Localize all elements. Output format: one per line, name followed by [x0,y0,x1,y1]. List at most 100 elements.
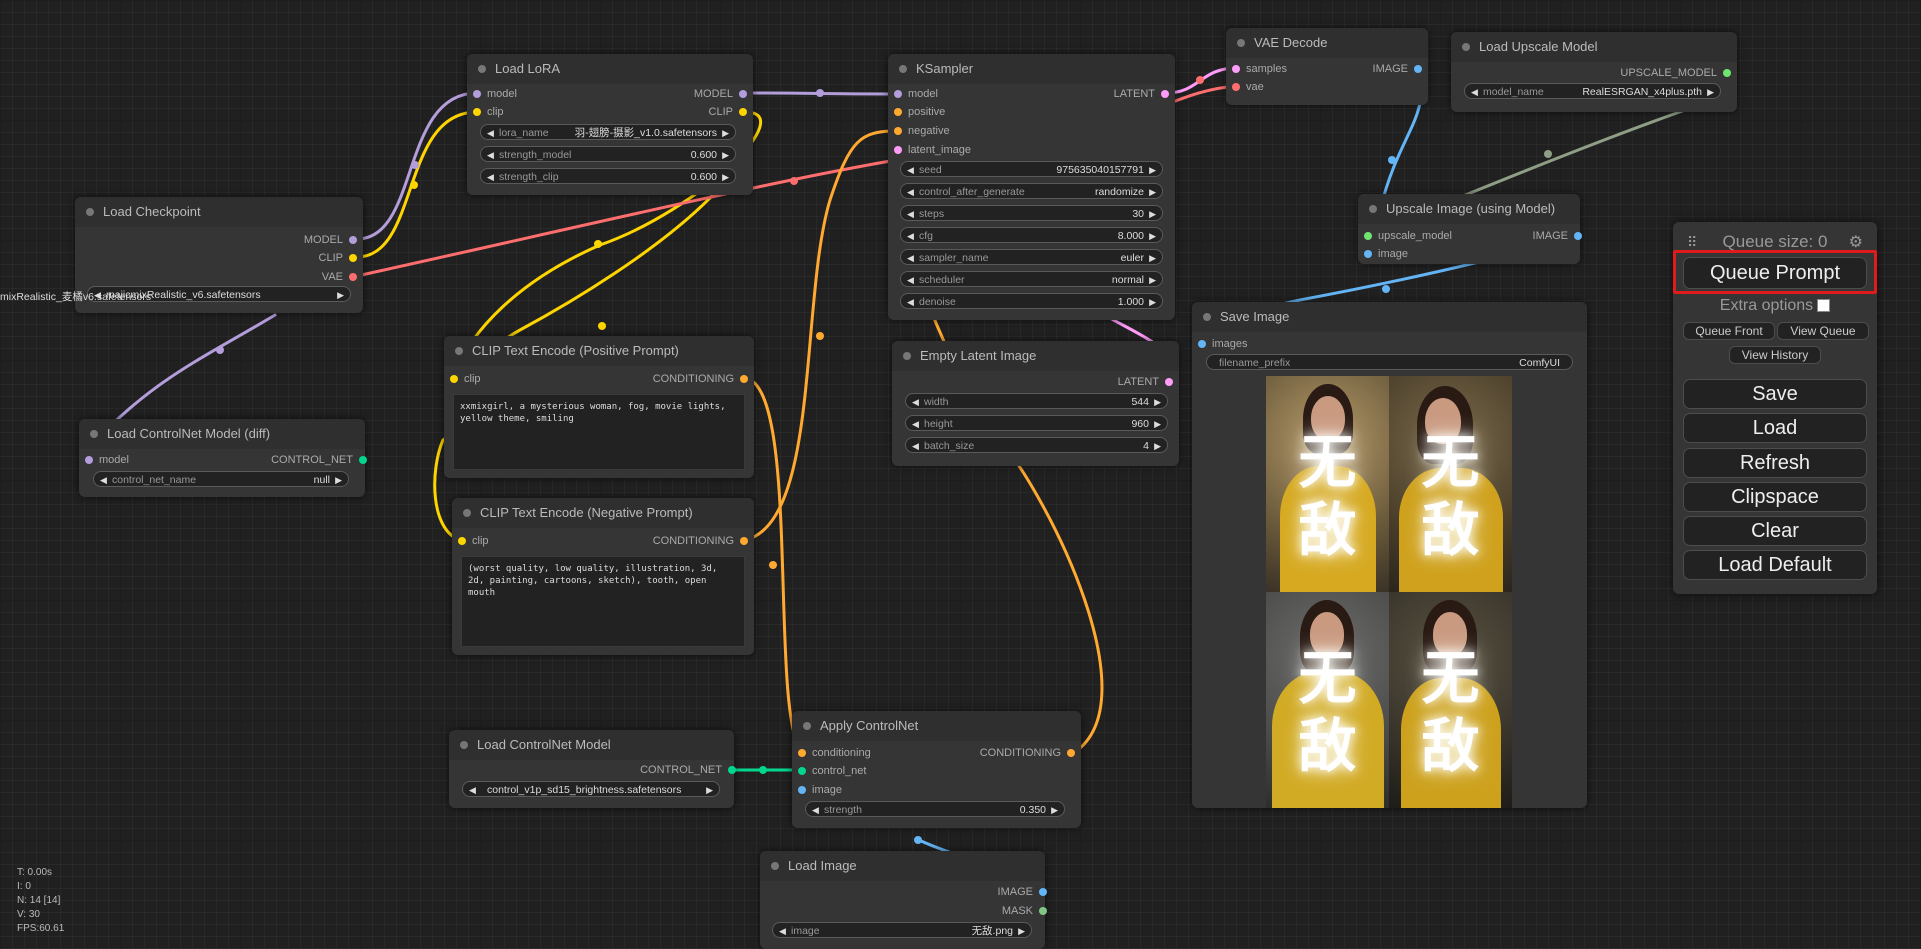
strength-clip-widget[interactable]: ◀ strength_clip 0.600 ▶ [480,168,736,184]
strength-model-widget[interactable]: ◀ strength_model 0.600 ▶ [480,146,736,162]
pin-icon[interactable] [1414,65,1422,73]
pin-icon[interactable] [1039,907,1047,915]
input-control-net[interactable]: control_net [798,764,866,778]
preview-image[interactable]: 无 敌 [1389,592,1512,808]
arrow-right-icon[interactable]: ▶ [706,782,713,796]
steps-widget[interactable]: ◀ steps 30 ▶ [900,205,1163,221]
pin-icon[interactable] [1364,250,1372,258]
arrow-right-icon[interactable]: ▶ [1149,184,1156,198]
pin-icon[interactable] [728,766,736,774]
pin-icon[interactable] [1198,340,1206,348]
node-title[interactable]: KSampler [888,54,1175,84]
pin-icon[interactable] [1039,888,1047,896]
node-load-image[interactable]: Load Image IMAGE MASK ◀ image 无敌.png ▶ [760,851,1047,949]
arrow-left-icon[interactable]: ◀ [812,802,819,816]
model-name-widget[interactable]: ◀ model_name RealESRGAN_x4plus.pth ▶ [1464,83,1721,99]
arrow-left-icon[interactable]: ◀ [912,394,919,408]
pin-icon[interactable] [1232,65,1240,73]
input-model[interactable]: model [894,87,938,101]
pin-icon[interactable] [349,236,357,244]
output-upscale-model[interactable]: UPSCALE_MODEL [1620,66,1731,80]
node-load-upscale-model[interactable]: Load Upscale Model UPSCALE_MODEL ◀ model_… [1451,32,1737,112]
node-clip-negative[interactable]: CLIP Text Encode (Negative Prompt) clip … [452,498,754,655]
pin-icon[interactable] [1161,90,1169,98]
arrow-right-icon[interactable]: ▶ [1018,923,1025,937]
collapse-dot-icon[interactable] [1203,313,1211,321]
pin-icon[interactable] [1165,378,1173,386]
arrow-right-icon[interactable]: ▶ [1154,416,1161,430]
seed-widget[interactable]: ◀ seed 975635040157791 ▶ [900,161,1163,177]
pin-icon[interactable] [798,767,806,775]
collapse-dot-icon[interactable] [90,430,98,438]
output-clip[interactable]: CLIP [319,251,357,265]
control-after-generate-widget[interactable]: ◀ control_after_generate randomize ▶ [900,183,1163,199]
arrow-left-icon[interactable]: ◀ [907,294,914,308]
pin-icon[interactable] [473,90,481,98]
pin-icon[interactable] [798,786,806,794]
collapse-dot-icon[interactable] [455,347,463,355]
pin-icon[interactable] [1574,232,1582,240]
node-apply-controlnet[interactable]: Apply ControlNet conditioning control_ne… [792,711,1081,828]
pin-icon[interactable] [894,108,902,116]
arrow-right-icon[interactable]: ▶ [1149,228,1156,242]
input-model[interactable]: model [473,87,517,101]
output-clip[interactable]: CLIP [709,105,747,119]
collapse-dot-icon[interactable] [86,208,94,216]
collapse-dot-icon[interactable] [1369,205,1377,213]
node-title[interactable]: Save Image [1192,302,1587,332]
node-title[interactable]: Load Upscale Model [1451,32,1737,62]
gear-icon[interactable]: ⚙ [1849,232,1863,252]
input-clip[interactable]: clip [450,372,481,386]
output-model[interactable]: MODEL [694,87,747,101]
input-clip[interactable]: clip [458,534,489,548]
input-latent-image[interactable]: latent_image [894,143,971,157]
node-ksampler[interactable]: KSampler model positive negative latent_… [888,54,1175,320]
arrow-left-icon[interactable]: ◀ [907,272,914,286]
preview-image[interactable]: 无 敌 [1266,376,1389,592]
arrow-left-icon[interactable]: ◀ [779,923,786,937]
arrow-left-icon[interactable]: ◀ [487,125,494,139]
pin-icon[interactable] [85,456,93,464]
input-clip[interactable]: clip [473,105,504,119]
node-title[interactable]: Apply ControlNet [792,711,1081,741]
scheduler-widget[interactable]: ◀ scheduler normal ▶ [900,271,1163,287]
control-net-name-widget[interactable]: ◀ control_v1p_sd15_brightness.safetensors… [462,781,720,797]
view-queue-button[interactable]: View Queue [1777,322,1869,340]
node-load-lora[interactable]: Load LoRA model clip MODEL CLIP ◀ lora_na… [467,54,753,195]
pin-icon[interactable] [894,146,902,154]
node-upscale-image[interactable]: Upscale Image (using Model) upscale_mode… [1358,194,1582,264]
arrow-left-icon[interactable]: ◀ [487,147,494,161]
arrow-right-icon[interactable]: ▶ [722,169,729,183]
pin-icon[interactable] [359,456,367,464]
node-title[interactable]: Upscale Image (using Model) [1358,194,1580,224]
arrow-left-icon[interactable]: ◀ [100,472,107,486]
arrow-left-icon[interactable]: ◀ [907,206,914,220]
input-images[interactable]: images [1198,337,1247,351]
arrow-right-icon[interactable]: ▶ [1154,438,1161,452]
arrow-right-icon[interactable]: ▶ [1149,206,1156,220]
clear-button[interactable]: Clear [1683,516,1867,546]
sampler-name-widget[interactable]: ◀ sampler_name euler ▶ [900,249,1163,265]
arrow-right-icon[interactable]: ▶ [335,472,342,486]
pin-icon[interactable] [739,90,747,98]
output-model[interactable]: MODEL [304,233,357,247]
prompt-textarea[interactable]: xxmixgirl, a mysterious woman, fog, movi… [453,394,745,470]
output-conditioning[interactable]: CONDITIONING [653,372,748,386]
arrow-right-icon[interactable]: ▶ [1149,250,1156,264]
cfg-widget[interactable]: ◀ cfg 8.000 ▶ [900,227,1163,243]
arrow-left-icon[interactable]: ◀ [487,169,494,183]
save-button[interactable]: Save [1683,379,1867,409]
pin-icon[interactable] [740,537,748,545]
input-vae[interactable]: vae [1232,80,1264,94]
node-title[interactable]: Load ControlNet Model [449,730,734,760]
node-title[interactable]: Load Image [760,851,1045,881]
pin-icon[interactable] [1364,232,1372,240]
image-widget[interactable]: ◀ image 无敌.png ▶ [772,922,1032,938]
pin-icon[interactable] [349,273,357,281]
height-widget[interactable]: ◀ height 960 ▶ [905,415,1168,431]
node-title[interactable]: Empty Latent Image [892,341,1179,371]
output-vae[interactable]: VAE [322,270,357,284]
output-image[interactable]: IMAGE [998,885,1047,899]
queue-front-button[interactable]: Queue Front [1683,322,1775,340]
arrow-left-icon[interactable]: ◀ [469,782,476,796]
